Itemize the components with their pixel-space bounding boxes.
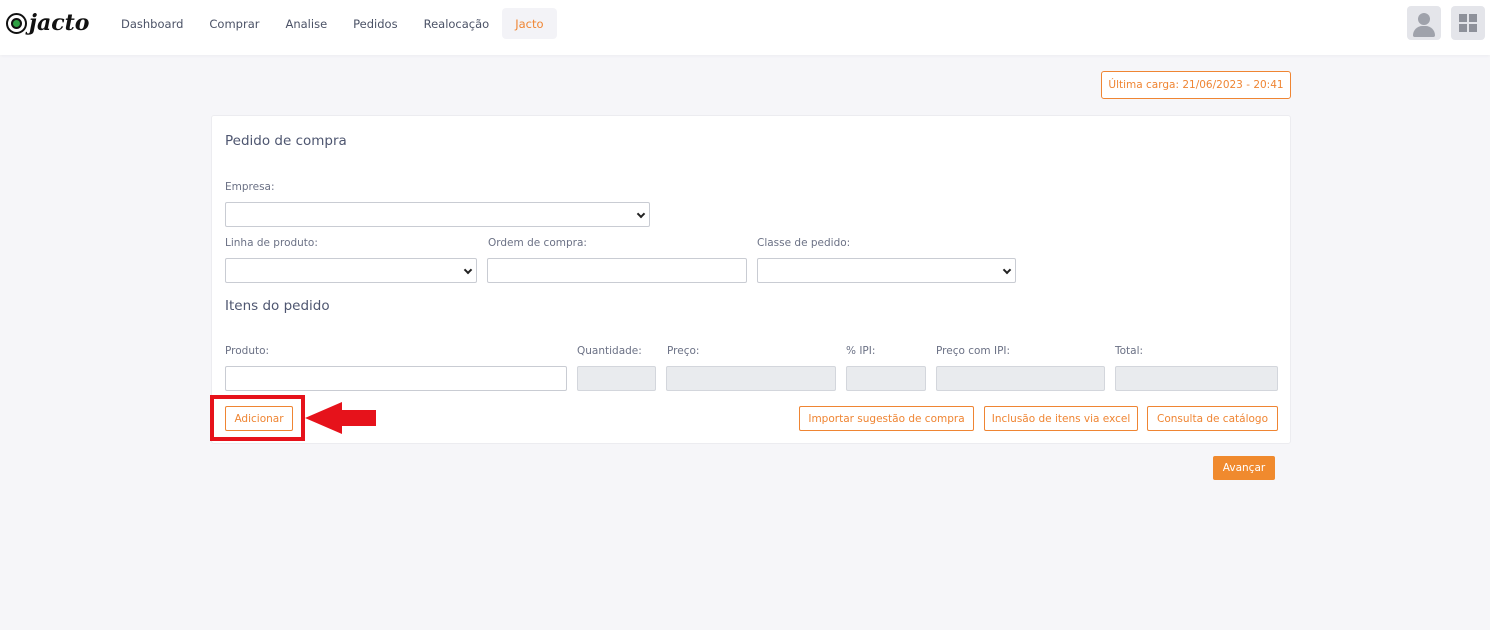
highlight-box bbox=[210, 395, 305, 441]
total-label: Total: bbox=[1115, 345, 1144, 357]
nav-dashboard[interactable]: Dashboard bbox=[108, 8, 196, 39]
main-nav: Dashboard Comprar Analise Pedidos Realoc… bbox=[108, 8, 557, 39]
jacto-logo-icon bbox=[6, 12, 27, 34]
apps-grid-icon[interactable] bbox=[1451, 6, 1485, 40]
top-navbar: jacto Dashboard Comprar Analise Pedidos … bbox=[0, 0, 1490, 55]
ordem-compra-label: Ordem de compra: bbox=[488, 237, 587, 249]
nav-comprar[interactable]: Comprar bbox=[196, 8, 272, 39]
classe-pedido-select[interactable] bbox=[757, 258, 1016, 283]
preco-label: Preço: bbox=[667, 345, 700, 357]
produto-input[interactable] bbox=[225, 366, 567, 391]
nav-jacto[interactable]: Jacto bbox=[502, 8, 557, 39]
linha-produto-label: Linha de produto: bbox=[225, 237, 318, 249]
nav-pedidos[interactable]: Pedidos bbox=[340, 8, 410, 39]
empresa-label: Empresa: bbox=[225, 181, 275, 193]
excel-import-button[interactable]: Inclusão de itens via excel bbox=[984, 406, 1138, 431]
quantidade-label: Quantidade: bbox=[577, 345, 642, 357]
preco-field bbox=[666, 366, 836, 391]
empresa-select[interactable] bbox=[225, 202, 650, 227]
next-button[interactable]: Avançar bbox=[1213, 456, 1275, 480]
import-suggestion-button[interactable]: Importar sugestão de compra bbox=[799, 406, 974, 431]
nav-realocacao[interactable]: Realocação bbox=[411, 8, 503, 39]
items-title: Itens do pedido bbox=[225, 298, 330, 314]
produto-label: Produto: bbox=[225, 345, 270, 357]
logo-text: jacto bbox=[29, 10, 90, 36]
jacto-logo[interactable]: jacto bbox=[6, 10, 90, 36]
chevron-down-icon bbox=[1002, 265, 1012, 275]
classe-pedido-label: Classe de pedido: bbox=[757, 237, 851, 249]
page-title: Pedido de compra bbox=[225, 133, 347, 149]
last-load-badge: Última carga: 21/06/2023 - 20:41 bbox=[1101, 71, 1291, 99]
preco-ipi-field bbox=[936, 366, 1105, 391]
total-field bbox=[1115, 366, 1278, 391]
chevron-down-icon bbox=[636, 209, 646, 219]
preco-ipi-label: Preço com IPI: bbox=[936, 345, 1011, 357]
nav-analise[interactable]: Analise bbox=[272, 8, 340, 39]
ipi-field bbox=[846, 366, 926, 391]
catalog-button[interactable]: Consulta de catálogo bbox=[1147, 406, 1278, 431]
chevron-down-icon bbox=[463, 265, 473, 275]
ordem-compra-input[interactable] bbox=[487, 258, 747, 283]
linha-produto-select[interactable] bbox=[225, 258, 477, 283]
user-avatar-icon[interactable] bbox=[1407, 6, 1441, 40]
purchase-order-card: Pedido de compra Empresa: Linha de produ… bbox=[211, 115, 1291, 444]
red-arrow-icon bbox=[305, 402, 376, 434]
quantidade-field bbox=[577, 366, 656, 391]
ipi-label: % IPI: bbox=[846, 345, 876, 357]
